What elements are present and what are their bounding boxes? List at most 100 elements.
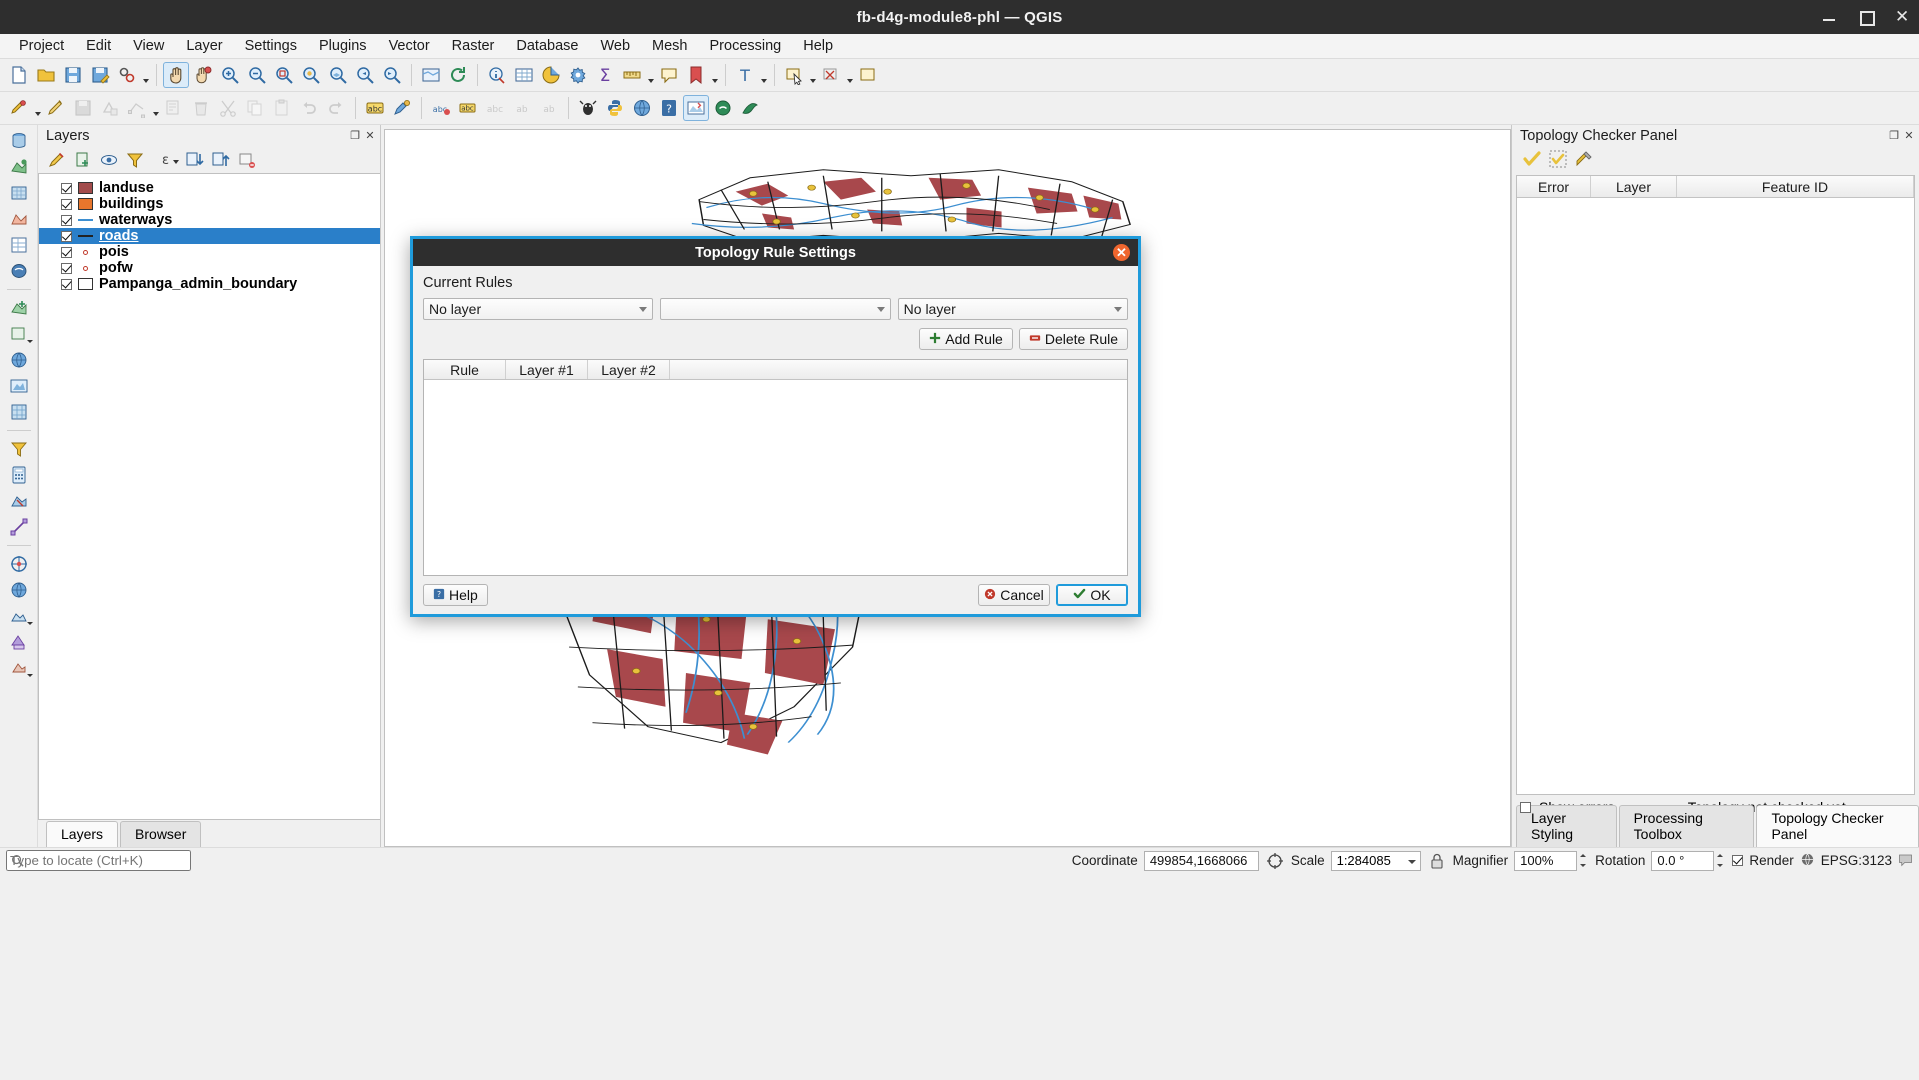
rule-combo[interactable] [660, 298, 891, 320]
measure-dropdown-icon[interactable] [646, 62, 655, 88]
open-attribute-table-icon[interactable] [511, 62, 537, 88]
select-by-expression-icon[interactable] [855, 62, 881, 88]
cancel-button[interactable]: Cancel [978, 584, 1050, 606]
statistics-icon[interactable] [538, 62, 564, 88]
coordinate-field[interactable]: 499854,1668066 [1143, 850, 1259, 871]
new-map-view-icon[interactable] [418, 62, 444, 88]
layer-visibility-checkbox[interactable] [61, 198, 72, 210]
zoom-in-icon[interactable] [217, 62, 243, 88]
add-group-icon[interactable] [72, 149, 94, 171]
expression-filter-icon[interactable]: ε [150, 149, 180, 171]
new-project-icon[interactable] [6, 62, 32, 88]
add-postgis-layer-icon[interactable] [4, 259, 34, 283]
column-header-rule[interactable]: Rule [424, 360, 506, 379]
add-xyz-layer-icon[interactable] [4, 400, 34, 424]
add-wms-layer-icon[interactable] [4, 348, 34, 372]
project-properties-dropdown-icon[interactable] [141, 62, 150, 88]
annotation-dropdown-icon[interactable] [759, 62, 768, 88]
search-input[interactable] [6, 850, 191, 871]
menu-processing[interactable]: Processing [699, 35, 793, 57]
validate-all-icon[interactable] [1522, 149, 1542, 169]
delete-selected-icon[interactable] [188, 95, 214, 121]
modify-attributes-icon[interactable] [161, 95, 187, 121]
qgis2web-icon[interactable] [737, 95, 763, 121]
scale-combo[interactable]: 1:284085 [1330, 850, 1421, 871]
add-delimited-text-icon[interactable] [4, 233, 34, 257]
toggle-editing-icon[interactable] [43, 95, 69, 121]
lock-scale-icon[interactable] [1427, 851, 1447, 871]
dialog-close-icon[interactable]: ✕ [1113, 244, 1130, 261]
metasearch-icon[interactable] [629, 95, 655, 121]
open-layer-styling-panel-icon[interactable] [46, 149, 68, 171]
layer-properties-icon[interactable] [4, 630, 34, 654]
deselect-dropdown-icon[interactable] [845, 62, 854, 88]
zoom-full-icon[interactable] [271, 62, 297, 88]
menu-project[interactable]: Project [8, 35, 75, 57]
sum-icon[interactable]: Σ [592, 62, 618, 88]
menu-mesh[interactable]: Mesh [641, 35, 698, 57]
current-edits-dropdown-icon[interactable] [33, 95, 42, 121]
identify-features-icon[interactable] [484, 62, 510, 88]
measure-line-icon[interactable] [619, 62, 645, 88]
close-icon[interactable]: ✕ [1895, 8, 1909, 25]
zoom-out-icon[interactable] [244, 62, 270, 88]
undock-panel-icon[interactable]: ❐ [349, 130, 361, 142]
bookmark-dropdown-icon[interactable] [710, 62, 719, 88]
select-dropdown-icon[interactable] [808, 62, 817, 88]
open-project-icon[interactable] [33, 62, 59, 88]
zoom-to-layer-icon[interactable] [325, 62, 351, 88]
map-tips-icon[interactable] [656, 62, 682, 88]
layer-visibility-checkbox[interactable] [61, 182, 72, 194]
tab-topology-checker-panel[interactable]: Topology Checker Panel [1756, 805, 1919, 847]
undock-panel-icon[interactable]: ❐ [1888, 130, 1900, 142]
column-header-layer-1[interactable]: Layer #1 [506, 360, 588, 379]
messages-icon[interactable] [1898, 852, 1913, 870]
layer-row-pois[interactable]: pois [39, 244, 380, 260]
label-toggle-icon[interactable]: abc [362, 95, 388, 121]
delete-rule-button[interactable]: Delete Rule [1018, 328, 1128, 350]
column-header-layer-2[interactable]: Layer #2 [588, 360, 670, 379]
cut-features-icon[interactable] [215, 95, 241, 121]
rules-table[interactable]: Rule Layer #1 Layer #2 [423, 359, 1128, 576]
pan-to-selection-icon[interactable] [190, 62, 216, 88]
rotation-field[interactable]: 0.0 ° [1651, 850, 1714, 871]
georeferencer-icon[interactable] [4, 552, 34, 576]
calculator-icon[interactable] [4, 463, 34, 487]
close-panel-icon[interactable]: ✕ [1903, 130, 1915, 142]
menu-web[interactable]: Web [589, 35, 641, 57]
rotation-stepper[interactable] [1713, 850, 1726, 871]
layer-row-roads[interactable]: roads [39, 228, 380, 244]
current-edits-icon[interactable] [6, 95, 32, 121]
validate-extent-icon[interactable] [1548, 149, 1568, 169]
topology-checker-icon[interactable] [683, 95, 709, 121]
zoom-next-icon[interactable] [379, 62, 405, 88]
redo-icon[interactable] [323, 95, 349, 121]
menu-raster[interactable]: Raster [441, 35, 506, 57]
menu-help[interactable]: Help [792, 35, 844, 57]
show-errors-checkbox[interactable] [1520, 801, 1531, 813]
topology-errors-table[interactable]: Error Layer Feature ID [1516, 175, 1915, 795]
layer-row-pampanga-admin-boundary[interactable]: Pampanga_admin_boundary [39, 276, 380, 292]
vertex-tool-icon[interactable] [124, 95, 150, 121]
menu-vector[interactable]: Vector [378, 35, 441, 57]
ok-button[interactable]: OK [1056, 584, 1128, 606]
layer-visibility-checkbox[interactable] [61, 214, 72, 226]
add-vector-layer-icon[interactable] [4, 155, 34, 179]
close-panel-icon[interactable]: ✕ [364, 130, 376, 142]
options-icon[interactable] [565, 62, 591, 88]
highlight-pinned-labels-icon[interactable]: abc [428, 95, 454, 121]
column-header-layer[interactable]: Layer [1591, 176, 1677, 197]
layers-list[interactable]: landuse buildings waterways roads pois p… [38, 173, 380, 820]
add-rule-button[interactable]: Add Rule [919, 328, 1013, 350]
magnifier-field[interactable]: 100% [1514, 850, 1577, 871]
select-features-icon[interactable] [781, 62, 807, 88]
vertex-tool-dropdown-icon[interactable] [151, 95, 160, 121]
crs-icon[interactable] [1800, 852, 1815, 870]
rotate-label-icon[interactable]: ab [509, 95, 535, 121]
text-annotation-icon[interactable]: T [732, 62, 758, 88]
help-button[interactable]: ? Help [423, 584, 488, 606]
menu-plugins[interactable]: Plugins [308, 35, 378, 57]
menu-database[interactable]: Database [505, 35, 589, 57]
deselect-features-icon[interactable] [818, 62, 844, 88]
move-label-icon[interactable]: abc [482, 95, 508, 121]
